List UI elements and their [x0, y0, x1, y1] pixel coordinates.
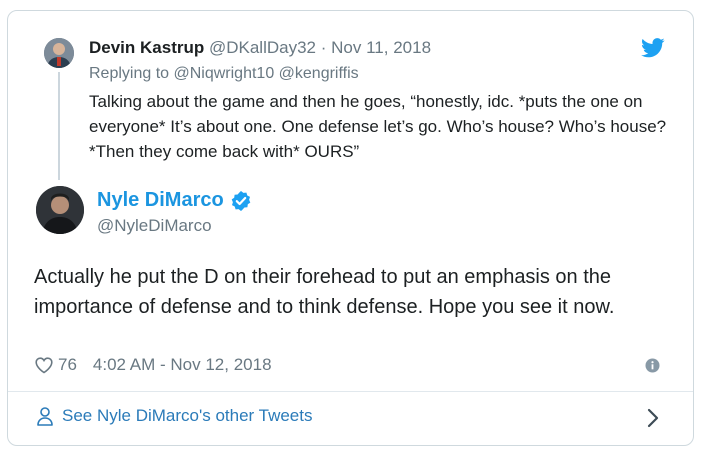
tweet-timestamp[interactable]: 4:02 AM - Nov 12, 2018: [93, 355, 272, 375]
main-author-handle[interactable]: @NyleDiMarco: [97, 216, 212, 236]
replying-to-line[interactable]: Replying to @Niqwright10 @kengriffis: [89, 65, 359, 83]
twitter-bird-icon[interactable]: [641, 38, 665, 58]
main-author-name-row: Nyle DiMarco: [97, 189, 251, 212]
main-tweet-text: Actually he put the D on their forehead …: [34, 266, 615, 318]
avatar-image: [44, 38, 74, 68]
thread-connector-line: [58, 72, 60, 180]
info-icon[interactable]: [645, 358, 660, 373]
main-author-avatar[interactable]: [36, 186, 84, 234]
reply-date[interactable]: Nov 11, 2018: [331, 38, 431, 57]
separator-dot: ·: [320, 38, 327, 57]
main-author-name[interactable]: Nyle DiMarco: [97, 189, 224, 212]
see-more-label[interactable]: See Nyle DiMarco's other Tweets: [62, 406, 312, 426]
person-icon: [37, 407, 53, 426]
like-count[interactable]: 76: [58, 355, 77, 375]
reply-author-handle[interactable]: @DKallDay32: [209, 38, 316, 57]
heart-icon[interactable]: [34, 355, 54, 375]
verified-badge-icon: [231, 190, 251, 211]
see-more-tweets-link[interactable]: See Nyle DiMarco's other Tweets: [36, 406, 312, 426]
reply-author-name[interactable]: Devin Kastrup: [89, 38, 204, 57]
tweet-meta-row: 76 4:02 AM - Nov 12, 2018: [34, 355, 272, 375]
reply-tweet-text: Talking about the game and then he goes,…: [89, 92, 667, 161]
footer-divider: [8, 391, 693, 392]
reply-author-avatar[interactable]: [44, 38, 74, 68]
chevron-right-icon[interactable]: [646, 408, 660, 428]
reply-author-line: Devin Kastrup @DKallDay32 · Nov 11, 2018: [89, 38, 431, 58]
avatar-image: [36, 186, 84, 234]
